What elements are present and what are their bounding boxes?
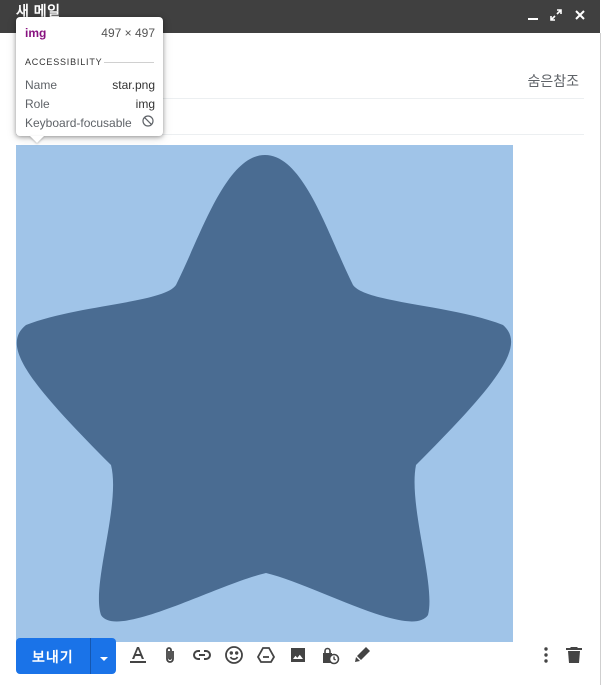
star-graphic	[16, 155, 512, 622]
inserted-image[interactable]	[16, 145, 513, 642]
send-button[interactable]: 보내기	[16, 638, 116, 674]
tooltip-key-focusable: Keyboard-focusable	[25, 116, 132, 130]
signature-icon[interactable]	[352, 645, 372, 665]
tooltip-key-name: Name	[25, 78, 58, 92]
confidential-icon[interactable]	[320, 645, 340, 665]
tooltip-dimensions: 497 × 497	[101, 26, 155, 40]
tooltip-separator	[104, 62, 154, 63]
tooltip-section-title: ACCESSIBILITY	[25, 57, 103, 67]
tooltip-arrow	[30, 136, 44, 143]
expand-icon[interactable]	[548, 7, 564, 23]
minimize-icon[interactable]	[525, 7, 541, 23]
tooltip-tag-name: img	[25, 26, 47, 40]
tooltip-value-role: img	[135, 97, 155, 111]
link-icon[interactable]	[192, 645, 212, 665]
drive-icon[interactable]	[256, 645, 276, 665]
more-options-icon[interactable]	[536, 645, 556, 665]
discard-icon[interactable]	[564, 645, 584, 665]
text-format-icon[interactable]	[128, 645, 148, 665]
send-button-divider	[90, 638, 91, 674]
photo-icon[interactable]	[288, 645, 308, 665]
attach-icon[interactable]	[160, 645, 180, 665]
compose-window-border	[600, 33, 601, 685]
tooltip-value-name: star.png	[112, 78, 155, 92]
emoji-icon[interactable]	[224, 645, 244, 665]
close-icon[interactable]	[572, 7, 588, 23]
send-options-chevron-icon[interactable]	[99, 651, 109, 669]
not-allowed-icon	[142, 115, 154, 127]
bcc-link[interactable]: 숨은참조	[527, 71, 579, 91]
tooltip-key-role: Role	[25, 97, 50, 111]
send-button-label: 보내기	[32, 649, 74, 665]
inspector-tooltip: img 497 × 497 ACCESSIBILITY Name star.pn…	[16, 17, 163, 143]
